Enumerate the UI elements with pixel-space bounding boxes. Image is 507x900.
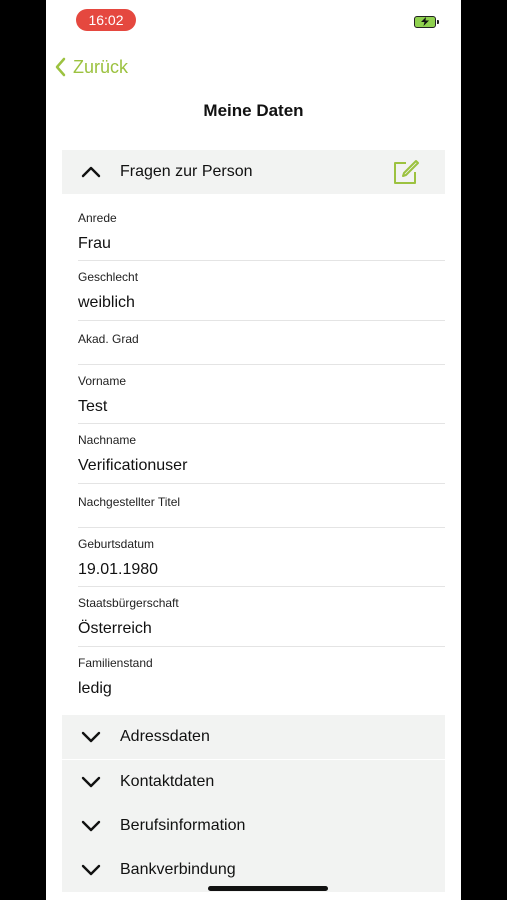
field-label: Familienstand (78, 656, 153, 670)
section-header-adressdaten[interactable]: Adressdaten (62, 715, 445, 759)
field-familienstand: Familienstand ledig (78, 647, 445, 706)
section-label: Adressdaten (120, 728, 210, 745)
home-indicator[interactable] (208, 886, 328, 891)
status-time: 16:02 (76, 9, 136, 31)
field-value: Frau (78, 235, 111, 252)
app-screen: 16:02 Zurück Meine Daten Fragen zur Pers… (46, 0, 461, 900)
field-label: Nachgestellter Titel (78, 495, 181, 509)
section-header-berufsinformation[interactable]: Berufsinformation (62, 804, 445, 848)
field-nachname: Nachname Verificationuser (78, 424, 445, 484)
section-header-personal[interactable]: Fragen zur Person (62, 150, 445, 194)
edit-icon[interactable] (391, 159, 419, 187)
field-anrede: Anrede Frau (78, 202, 445, 261)
back-button[interactable]: Zurück (54, 56, 128, 78)
field-label: Anrede (78, 211, 117, 225)
field-label: Staatsbürgerschaft (78, 596, 179, 610)
back-label: Zurück (73, 56, 129, 77)
section-label: Berufsinformation (120, 817, 246, 834)
field-value: ledig (78, 680, 112, 697)
field-value: Österreich (78, 620, 152, 637)
field-value: Test (78, 398, 108, 415)
chevron-down-icon (81, 776, 101, 788)
field-value: Verificationuser (78, 457, 188, 474)
field-vorname: Vorname Test (78, 365, 445, 424)
section-label: Fragen zur Person (120, 163, 253, 180)
field-staatsbuergerschaft: Staatsbürgerschaft Österreich (78, 587, 445, 647)
chevron-down-icon (81, 731, 101, 743)
field-geburtsdatum: Geburtsdatum 19.01.1980 (78, 528, 445, 587)
chevron-down-icon (81, 820, 101, 832)
field-nachgestellter-titel: Nachgestellter Titel (78, 484, 445, 528)
field-value: 19.01.1980 (78, 561, 159, 578)
field-label: Geschlecht (78, 270, 139, 284)
section-label: Kontaktdaten (120, 773, 215, 790)
battery-charging-icon (414, 16, 439, 28)
field-geschlecht: Geschlecht weiblich (78, 261, 445, 321)
chevron-up-icon (81, 166, 101, 178)
page-title: Meine Daten (203, 101, 304, 120)
field-label: Vorname (78, 374, 127, 388)
chevron-down-icon (81, 864, 101, 876)
field-value: weiblich (78, 294, 135, 311)
field-label: Nachname (78, 433, 137, 447)
field-label: Akad. Grad (78, 332, 139, 346)
field-label: Geburtsdatum (78, 537, 155, 551)
chevron-left-icon (55, 57, 66, 77)
field-akad-grad: Akad. Grad (78, 321, 445, 365)
section-header-kontaktdaten[interactable]: Kontaktdaten (62, 760, 445, 804)
